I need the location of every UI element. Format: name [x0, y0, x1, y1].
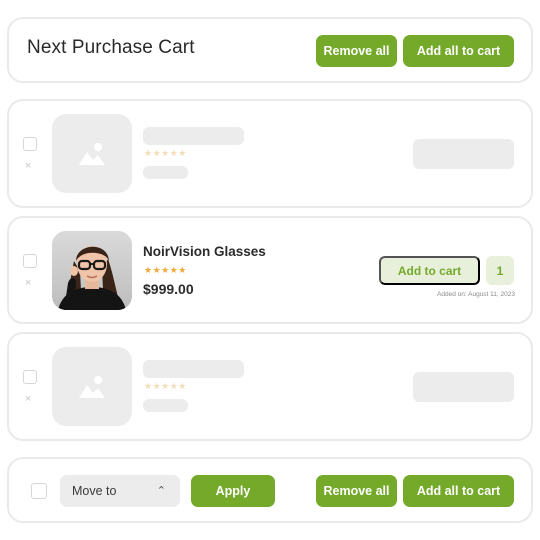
add-to-cart-button[interactable]: Add to cart	[379, 256, 480, 285]
add-all-to-cart-button[interactable]: Add all to cart	[403, 35, 514, 67]
select-all-checkbox[interactable]	[31, 483, 47, 499]
skeleton-rating: ★★★★★	[144, 381, 187, 391]
page-title: Next Purchase Cart	[27, 37, 195, 58]
item-checkbox[interactable]	[23, 254, 37, 268]
close-icon[interactable]: ×	[25, 161, 31, 172]
item-checkbox[interactable]	[23, 137, 37, 151]
remove-all-button[interactable]: Remove all	[316, 475, 397, 507]
skeleton-price	[143, 399, 188, 412]
bulk-actions-bar: Move to ⌃ Apply Remove all Add all to ca…	[7, 457, 533, 523]
move-to-dropdown[interactable]: Move to ⌃	[60, 475, 180, 507]
product-name[interactable]: NoirVision Glasses	[143, 244, 266, 259]
remove-all-button[interactable]: Remove all	[316, 35, 397, 67]
image-placeholder-icon	[52, 347, 132, 426]
skeleton-rating: ★★★★★	[144, 148, 187, 158]
cart-header: Next Purchase Cart Remove all Add all to…	[7, 17, 533, 83]
chevron-up-icon: ⌃	[156, 485, 166, 497]
quantity-field[interactable]: 1	[486, 256, 514, 285]
close-icon[interactable]: ×	[25, 278, 31, 289]
item-checkbox[interactable]	[23, 370, 37, 384]
added-date: Added on: August 11, 2023	[437, 291, 515, 298]
skeleton-price	[143, 166, 188, 179]
skeleton-title	[143, 360, 244, 378]
apply-button[interactable]: Apply	[191, 475, 275, 507]
skeleton-action	[413, 139, 514, 169]
image-placeholder-icon	[52, 114, 132, 193]
add-all-to-cart-button[interactable]: Add all to cart	[403, 475, 514, 507]
cart-item-skeleton: × ★★★★★	[7, 99, 533, 208]
product-price: $999.00	[143, 281, 194, 297]
skeleton-title	[143, 127, 244, 145]
star-icon: ★★★★★	[144, 265, 187, 275]
cart-item-skeleton: × ★★★★★	[7, 332, 533, 441]
product-image[interactable]	[52, 231, 132, 310]
close-icon[interactable]: ×	[25, 394, 31, 405]
skeleton-action	[413, 372, 514, 402]
cart-item: × NoirVision Glasses ★★★★★ $999.00 Add t…	[7, 216, 533, 324]
move-to-label: Move to	[72, 484, 117, 498]
